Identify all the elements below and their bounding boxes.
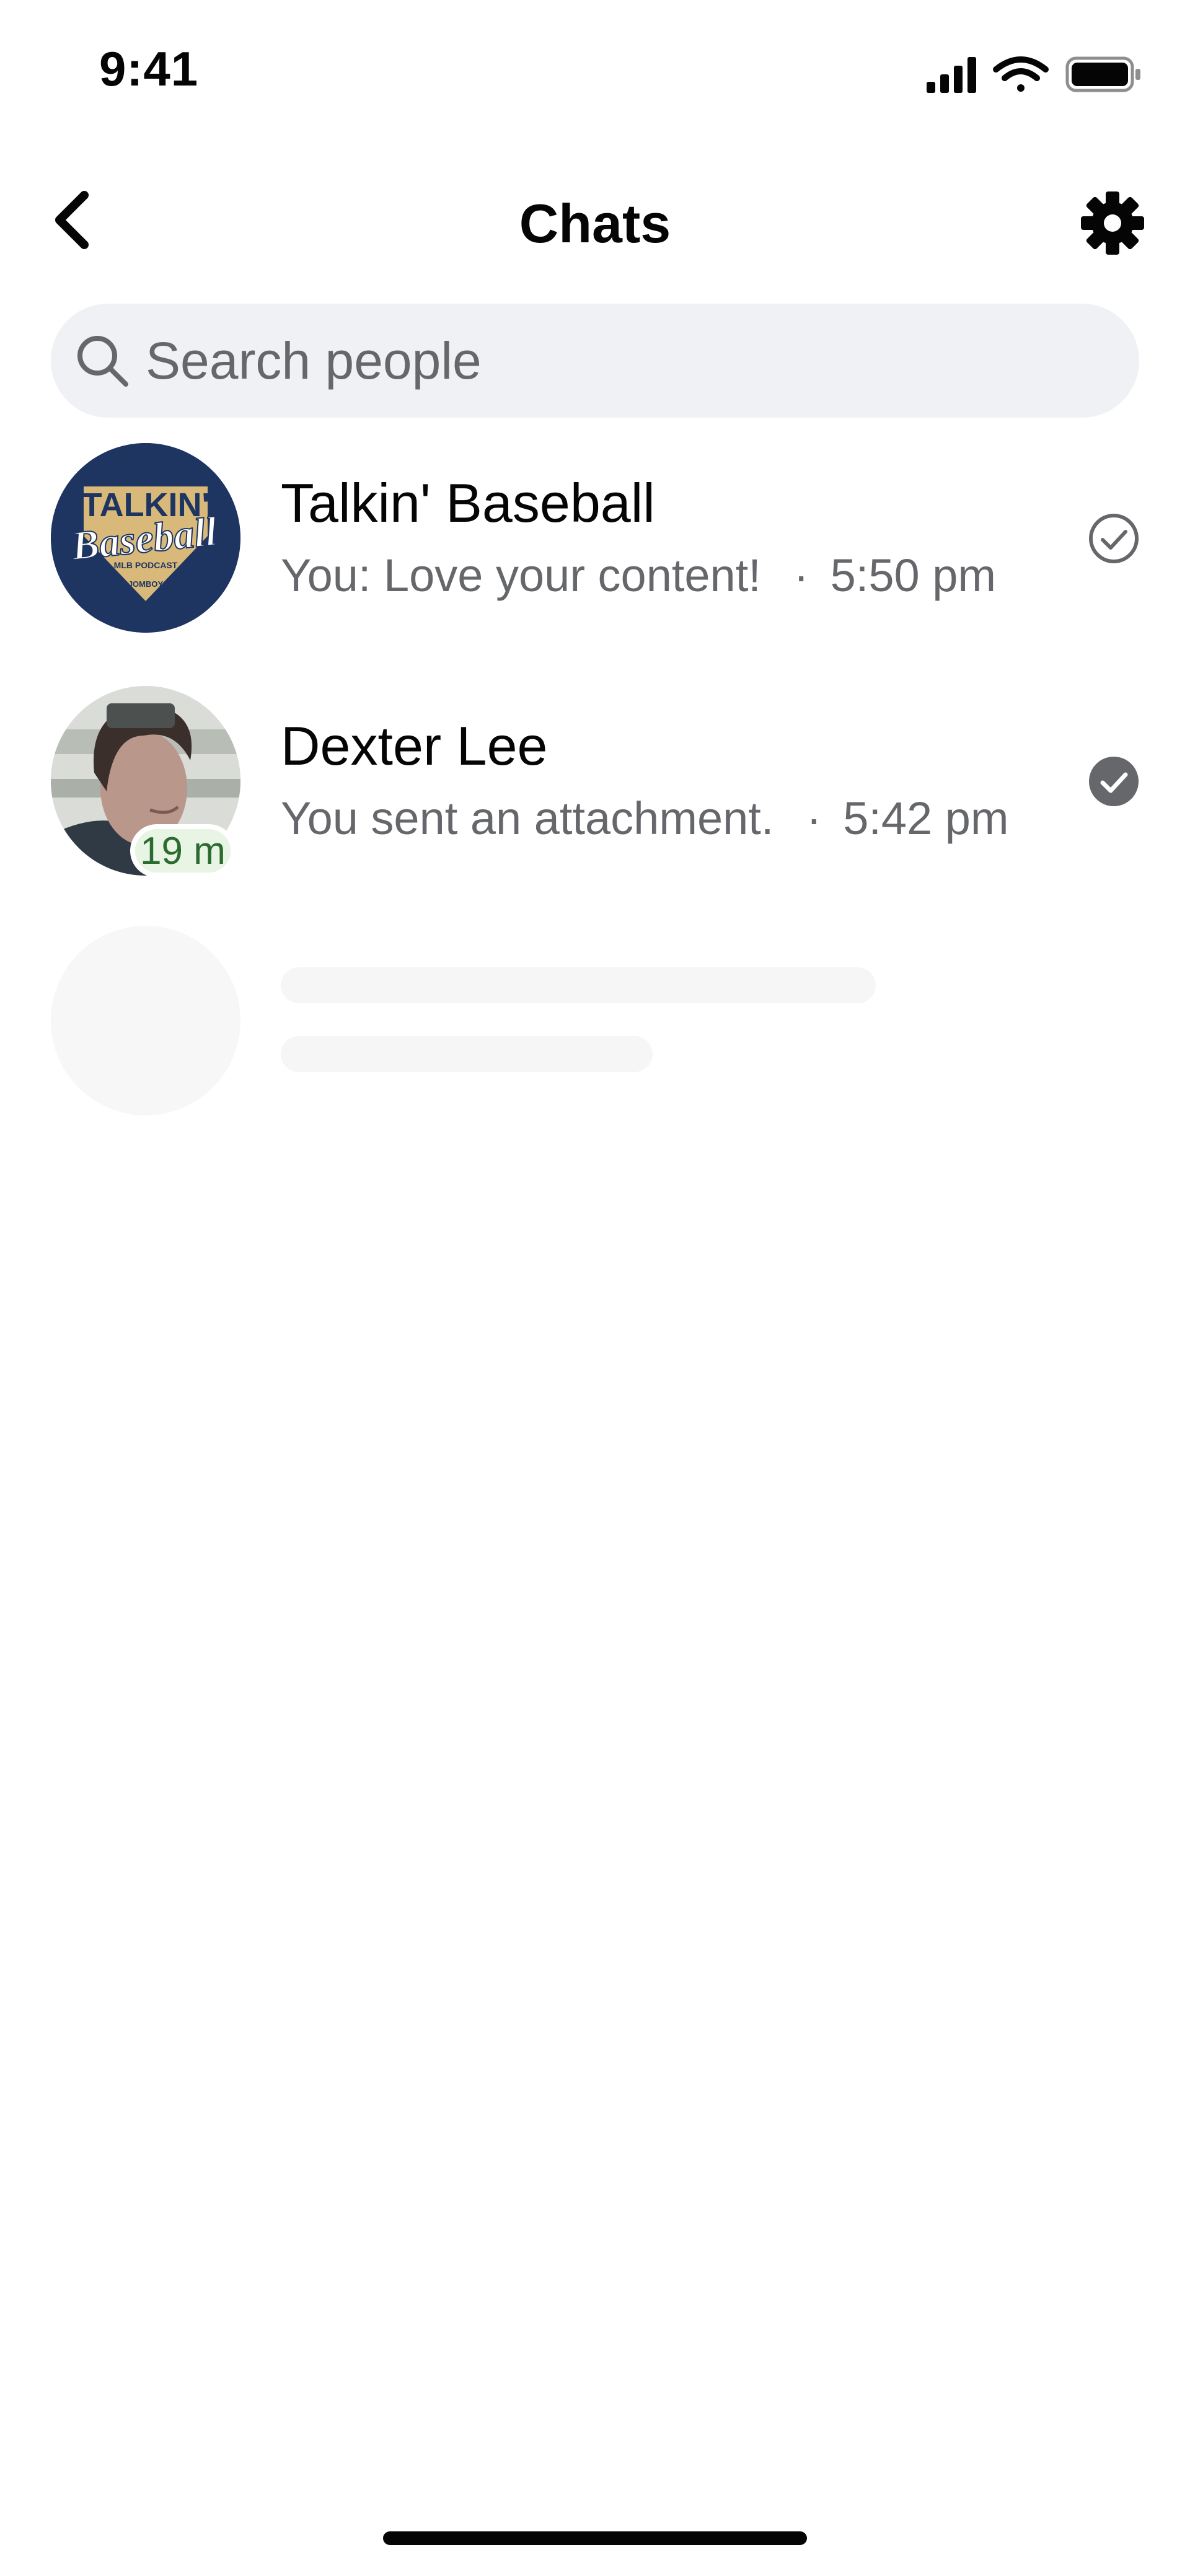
status-time: 9:41: [99, 42, 199, 96]
chat-preview: You sent an attachment. · 5:42 pm: [281, 792, 1009, 845]
status-icons: [927, 56, 1140, 93]
loading-avatar-placeholder: [51, 926, 240, 1115]
chat-time: 5:42 pm: [843, 793, 1009, 844]
settings-button[interactable]: [1078, 189, 1147, 257]
battery-icon: [1065, 56, 1140, 92]
sent-check-icon: [1089, 514, 1139, 563]
page-title: Chats: [519, 193, 671, 254]
home-indicator[interactable]: [383, 2531, 807, 2545]
chat-preview: You: Love your content! · 5:50 pm: [281, 549, 996, 602]
search-input[interactable]: [146, 330, 1075, 391]
avatar: TALKIN' Baseball MLB PODCAST JOMBOY: [51, 443, 240, 633]
logo-text-brand: JOMBOY: [128, 579, 164, 589]
logo-text-subtitle: MLB PODCAST: [114, 560, 178, 570]
cellular-signal-icon: [927, 57, 976, 93]
talkin-baseball-logo: TALKIN' Baseball MLB PODCAST JOMBOY: [51, 443, 240, 633]
chat-preview-text: You sent an attachment.: [281, 793, 774, 844]
search-bar[interactable]: [51, 304, 1139, 418]
loading-preview-placeholder: [281, 1036, 653, 1072]
delivered-check-icon: [1089, 757, 1139, 806]
active-time-badge: 19 m: [130, 824, 236, 877]
loading-name-placeholder: [281, 967, 876, 1003]
gear-icon: [1081, 191, 1144, 255]
search-icon: [77, 336, 128, 387]
chat-name: Dexter Lee: [281, 715, 548, 776]
chat-separator: ·: [806, 793, 822, 844]
chat-row-talkin-baseball[interactable]: TALKIN' Baseball MLB PODCAST JOMBOY Talk…: [0, 436, 1190, 640]
chat-separator: ·: [793, 550, 809, 601]
wifi-icon: [993, 56, 1049, 92]
chat-time: 5:50 pm: [830, 550, 997, 601]
chat-name: Talkin' Baseball: [281, 472, 655, 534]
chat-preview-text: You: Love your content!: [281, 550, 761, 601]
